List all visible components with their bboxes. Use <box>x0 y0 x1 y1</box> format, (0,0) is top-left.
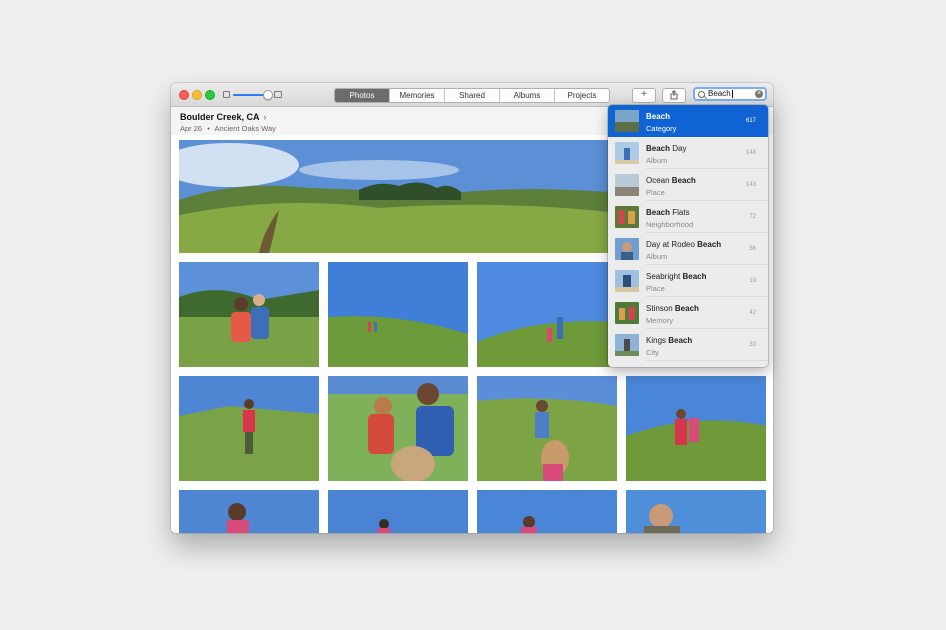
suggestion-count: 148 <box>745 150 756 156</box>
suggestion-row[interactable]: Stinson Beach Memory 42 <box>608 297 768 329</box>
tab-albums[interactable]: Albums <box>499 89 554 102</box>
minimize-window-button[interactable] <box>192 90 202 100</box>
search-suggestions: Beach Category 617 Beach Day Album 148 O… <box>608 105 768 367</box>
suggestion-type: Category <box>646 124 677 133</box>
suggestion-thumbnail <box>615 334 639 356</box>
suggestion-type: Album <box>646 252 668 261</box>
moment-date: Apr 26 <box>180 124 203 133</box>
suggestion-row[interactable]: Ocean Beach Place 143 <box>608 169 768 201</box>
suggestion-thumbnail <box>615 142 639 164</box>
suggestion-count: 42 <box>749 310 756 316</box>
zoom-slider-fill <box>233 94 265 96</box>
suggestion-name: Ocean Beach <box>646 176 696 185</box>
suggestion-type: Neighborhood <box>646 220 694 229</box>
photo-distant-hiker[interactable] <box>328 490 468 533</box>
title-bar: Photos Memories Shared Albums Projects +… <box>171 83 773 107</box>
suggestion-thumbnail <box>615 174 639 196</box>
suggestion-name: Day at Rodeo Beach <box>646 240 722 249</box>
suggestion-name: Seabright Beach <box>646 272 707 281</box>
suggestion-thumbnail <box>615 110 639 132</box>
suggestion-name: Beach Flats <box>646 208 690 217</box>
row-divider <box>646 360 768 361</box>
suggestion-count: 143 <box>745 182 756 188</box>
zoom-window-button[interactable] <box>205 90 215 100</box>
suggestion-count: 617 <box>745 118 756 124</box>
chevron-right-icon: › <box>263 112 267 122</box>
suggestion-row[interactable]: Beach Day Album 148 <box>608 137 768 169</box>
suggestion-name: Beach <box>646 112 671 121</box>
close-window-button[interactable] <box>179 90 189 100</box>
suggestion-type: Place <box>646 188 665 197</box>
suggestion-count: 33 <box>749 342 756 348</box>
separator-dot: • <box>207 124 210 133</box>
zoom-slider-knob[interactable] <box>263 90 273 100</box>
suggestion-row[interactable]: Day at Rodeo Beach Album 56 <box>608 233 768 265</box>
search-input[interactable]: Beach <box>708 89 731 99</box>
suggestion-count: 72 <box>749 214 756 220</box>
photo-man-smiling[interactable] <box>626 490 766 533</box>
tab-photos[interactable]: Photos <box>335 89 389 102</box>
photo-kids-backpack[interactable] <box>328 376 468 481</box>
search-field[interactable]: Beach × <box>693 87 767 101</box>
panorama-photo[interactable] <box>179 140 609 253</box>
suggestion-name: Beach Day <box>646 144 687 153</box>
photo-family-hike[interactable] <box>477 262 617 367</box>
suggestion-name: Kings Beach <box>646 336 693 345</box>
suggestion-name: Stinson Beach <box>646 304 699 313</box>
suggestion-thumbnail <box>615 270 639 292</box>
view-tabs: Photos Memories Shared Albums Projects <box>334 88 610 103</box>
add-button[interactable]: + <box>632 88 656 103</box>
suggestion-row[interactable]: Beach Category 617 <box>608 105 768 137</box>
suggestion-type: Place <box>646 284 665 293</box>
suggestion-thumbnail <box>615 206 639 228</box>
clear-icon[interactable]: × <box>755 90 763 98</box>
moment-location[interactable]: Boulder Creek, CA › <box>180 112 267 122</box>
suggestion-count: 19 <box>749 278 756 284</box>
photo-hill-walkers[interactable] <box>328 262 468 367</box>
suggestion-row[interactable]: Beach Flats Neighborhood 72 <box>608 201 768 233</box>
search-icon <box>698 91 705 98</box>
suggestion-type: Album <box>646 156 668 165</box>
small-thumbnail-icon <box>223 91 230 98</box>
suggestion-row[interactable]: Seabright Beach Place 19 <box>608 265 768 297</box>
photo-girls-walking[interactable] <box>477 376 617 481</box>
suggestion-thumbnail <box>615 302 639 324</box>
text-caret <box>732 90 733 98</box>
photo-girls-hilltop[interactable] <box>626 376 766 481</box>
large-thumbnail-icon <box>274 91 282 98</box>
moment-place: Ancient Oaks Way <box>214 124 276 133</box>
suggestion-row[interactable]: Kings Beach City 33 <box>608 329 768 361</box>
suggestion-type: Memory <box>646 316 674 325</box>
tab-memories[interactable]: Memories <box>389 89 444 102</box>
suggestion-type: City <box>646 348 659 357</box>
share-icon <box>670 90 678 100</box>
moment-subtitle: Apr 26 • Ancient Oaks Way <box>180 124 276 133</box>
photo-girl-red-vest[interactable] <box>179 376 319 481</box>
suggestion-thumbnail <box>615 238 639 260</box>
share-button[interactable] <box>662 88 686 103</box>
tab-shared[interactable]: Shared <box>444 89 499 102</box>
tab-projects[interactable]: Projects <box>554 89 609 102</box>
photo-girl-pink[interactable] <box>477 490 617 533</box>
suggestion-count: 56 <box>749 246 756 252</box>
photo-portrait-girl[interactable] <box>179 490 319 533</box>
photo-couple[interactable] <box>179 262 319 367</box>
location-label: Boulder Creek, CA <box>180 112 260 122</box>
